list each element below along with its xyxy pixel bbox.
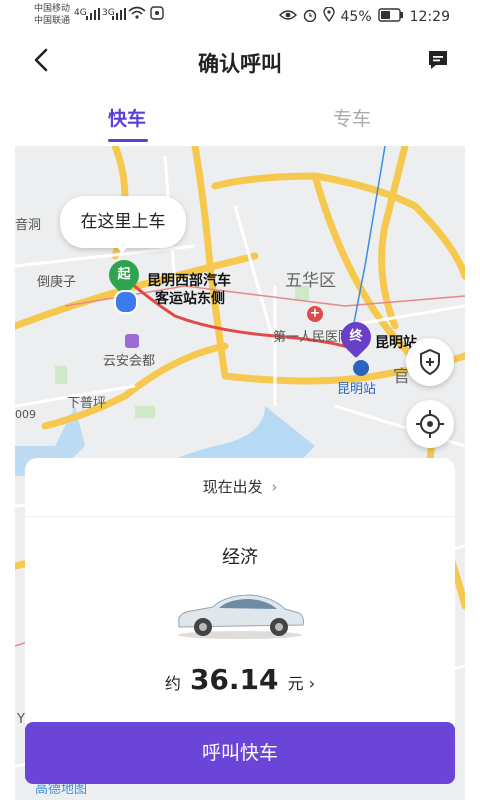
- status-bar: 中国移动 中国联通 4G 3G 45% 12:29: [0, 0, 480, 30]
- ride-type-tabs: 快车 专车: [0, 96, 480, 146]
- tab-zhuanche[interactable]: 专车: [333, 104, 371, 131]
- depart-time-label: 现在出发: [202, 478, 263, 496]
- end-badge: 终: [349, 329, 363, 344]
- carrier-info: 中国移动 中国联通: [34, 3, 70, 27]
- page-title: 确认呼叫: [198, 52, 282, 76]
- header: 确认呼叫: [0, 30, 480, 92]
- pickup-bubble-tail: [115, 245, 129, 253]
- tab-kuaiche[interactable]: 快车: [108, 104, 146, 131]
- locate-button[interactable]: [406, 400, 454, 448]
- end-pin[interactable]: 终: [334, 315, 378, 359]
- start-pin[interactable]: 起: [102, 253, 146, 297]
- pickup-bubble: 在这里上车: [60, 196, 186, 248]
- price-suffix: 元: [287, 674, 304, 693]
- depart-time-selector[interactable]: 现在出发 ›: [25, 458, 455, 517]
- price-estimate[interactable]: 约 36.14 元 ›: [25, 663, 455, 696]
- start-badge: 起: [117, 267, 131, 282]
- car-option-card[interactable]: 经济 约 36.14 元 ›: [25, 517, 455, 727]
- chat-icon: [429, 51, 447, 69]
- map-label: 音洞: [15, 218, 42, 233]
- signal-icon: [112, 8, 126, 20]
- start-name-line1: 昆明西部汽车: [147, 273, 231, 289]
- shield-icon: [420, 348, 440, 376]
- call-car-button[interactable]: 呼叫快车: [25, 722, 455, 784]
- map-label: 倒庚子: [37, 275, 77, 290]
- battery-percent: 45%: [340, 8, 372, 25]
- chevron-right-icon: ›: [271, 478, 278, 496]
- hospital-icon: +: [307, 306, 323, 322]
- map-label: Y: [17, 712, 25, 727]
- train-station-icon: [353, 360, 369, 376]
- safety-button[interactable]: [406, 338, 454, 386]
- wifi-icon: [128, 6, 146, 20]
- tab-indicator: [108, 139, 148, 142]
- location-icon: [322, 6, 335, 26]
- chevron-right-icon: ›: [308, 674, 316, 693]
- map-label-road: 009: [15, 408, 36, 421]
- carrier-2: 中国联通: [34, 16, 71, 26]
- map-label-district: 五华区: [285, 271, 336, 291]
- price-prefix: 约: [164, 674, 181, 693]
- clock: 12:29: [409, 8, 450, 25]
- start-name-line2: 客运站东侧: [155, 291, 225, 307]
- alarm-icon: [303, 8, 317, 26]
- signal-icon: [86, 8, 100, 20]
- current-location-dot: [114, 290, 138, 314]
- network-type-1: 4G: [74, 8, 87, 18]
- status-right: 45% 12:29: [278, 6, 450, 26]
- map-label-hospital: 第一人民医院: [273, 330, 352, 345]
- nfc-icon: [150, 6, 164, 20]
- locate-icon: [416, 410, 444, 438]
- eye-icon: [278, 9, 297, 25]
- battery-icon: [377, 7, 404, 26]
- price-value: 36.14: [189, 663, 279, 696]
- message-button[interactable]: [426, 48, 450, 72]
- car-image: [173, 587, 307, 639]
- map-label-station: 昆明站: [337, 382, 377, 397]
- map-label: 下普坪: [67, 396, 107, 411]
- map-label: 云安会都: [103, 354, 156, 369]
- car-category: 经济: [222, 547, 258, 568]
- carrier-1: 中国移动: [34, 4, 71, 14]
- hotel-icon: [125, 334, 139, 348]
